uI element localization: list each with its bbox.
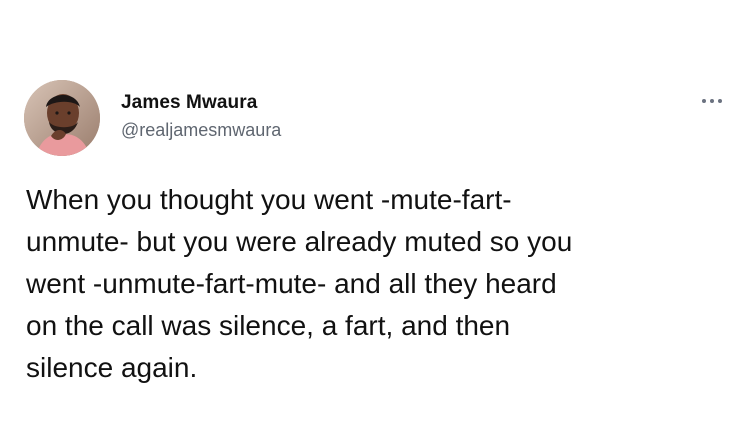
tweet-text-line: silence again.	[26, 352, 198, 383]
avatar[interactable]	[24, 80, 100, 156]
tweet-text-line: on the call was silence, a fart, and the…	[26, 310, 511, 341]
author-name[interactable]: James Mwaura	[121, 92, 257, 114]
tweet-text-line: unmute- but you were already muted so yo…	[26, 226, 573, 257]
tweet-text-line: When you thought you went -mute-fart-	[26, 184, 512, 215]
dot-icon	[718, 99, 722, 103]
tweet-card: James Mwaura @realjamesmwaura When you t…	[0, 0, 750, 446]
author-handle[interactable]: @realjamesmwaura	[121, 120, 281, 141]
more-options-icon[interactable]	[700, 92, 726, 108]
tweet-text-line: went -unmute-fart-mute- and all they hea…	[26, 268, 557, 299]
avatar-image	[24, 80, 100, 156]
tweet-text: When you thought you went -mute-fart- un…	[26, 179, 736, 389]
dot-icon	[710, 99, 714, 103]
dot-icon	[702, 99, 706, 103]
